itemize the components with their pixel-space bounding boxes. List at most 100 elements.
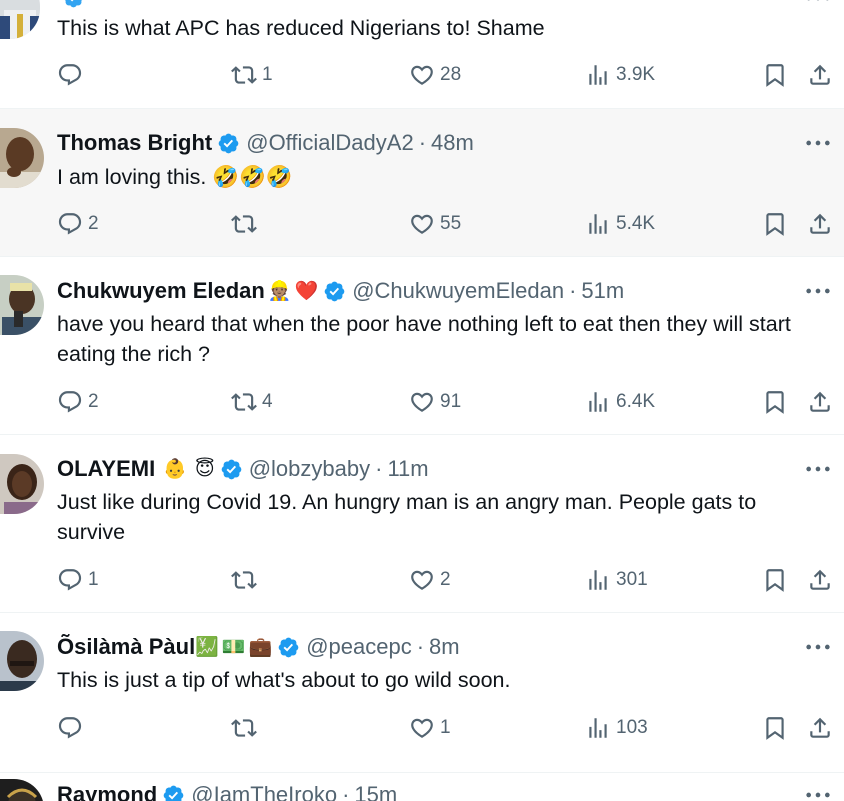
more-options-icon[interactable]	[804, 637, 832, 657]
avatar[interactable]	[0, 779, 44, 801]
retweet-button[interactable]: 1	[231, 60, 273, 90]
avatar[interactable]	[0, 0, 40, 39]
views-count: 6.4K	[616, 391, 656, 412]
reply-icon	[57, 389, 83, 415]
more-options-icon[interactable]	[804, 281, 832, 301]
share-button[interactable]	[807, 387, 833, 417]
share-icon	[807, 62, 833, 88]
like-button[interactable]: 91	[409, 387, 461, 417]
like-count: 55	[440, 213, 462, 234]
bookmark-button[interactable]	[762, 713, 788, 743]
reply-icon	[57, 715, 83, 741]
reply-button[interactable]: 1	[57, 565, 99, 595]
reply-icon	[57, 211, 83, 237]
reply-count: 2	[88, 391, 99, 412]
tweet-header: Thomas Bright @OfficialDadyA2 · 48m	[57, 129, 474, 157]
share-button[interactable]	[807, 209, 833, 239]
reply-button[interactable]	[57, 60, 88, 90]
author-handle[interactable]: @lobzybaby	[249, 456, 370, 482]
author-name[interactable]: Chukwuyem Eledan	[57, 278, 265, 304]
retweet-button[interactable]	[231, 713, 262, 743]
reply-count: 1	[88, 569, 99, 590]
reply-button[interactable]: 2	[57, 387, 99, 417]
views-count: 3.9K	[616, 64, 656, 85]
views-icon	[585, 211, 611, 237]
bookmark-icon	[762, 715, 788, 741]
tweet-header: Chukwuyem Eledan 👷🏽 ❤️ @ChukwuyemEledan …	[57, 277, 624, 305]
tweet[interactable]: Raymond @IamTheIroko · 15m	[0, 773, 844, 801]
avatar[interactable]	[0, 128, 44, 188]
like-count: 2	[440, 569, 451, 590]
name-emoji: ❤️	[294, 279, 319, 302]
bookmark-button[interactable]	[762, 60, 788, 90]
timestamp[interactable]: 48m	[431, 130, 474, 156]
author-handle[interactable]: @peacepc	[306, 634, 412, 660]
share-button[interactable]	[807, 565, 833, 595]
timestamp[interactable]: 8m	[429, 634, 460, 660]
heart-icon	[409, 715, 435, 741]
heart-icon	[409, 389, 435, 415]
like-count: 91	[440, 391, 462, 412]
like-button[interactable]: 55	[409, 209, 461, 239]
views-icon	[585, 62, 611, 88]
retweet-icon	[231, 567, 257, 593]
author-handle[interactable]: @ChukwuyemEledan	[352, 278, 564, 304]
author-name[interactable]: Raymond	[57, 782, 157, 801]
reply-button[interactable]: 2	[57, 209, 99, 239]
tweet-actions: 1 2 301	[0, 565, 844, 595]
timestamp[interactable]: 15m	[354, 782, 397, 801]
share-button[interactable]	[807, 60, 833, 90]
retweet-icon	[231, 211, 257, 237]
author-name[interactable]: Thomas Bright	[57, 130, 212, 156]
avatar[interactable]	[0, 454, 44, 514]
bookmark-icon	[762, 211, 788, 237]
tweet-header: Õsilàmà Pàul 💹 💵 💼 @peacepc · 8m	[57, 633, 460, 661]
retweet-button[interactable]	[231, 565, 262, 595]
timestamp[interactable]: 11m	[387, 456, 428, 482]
retweet-button[interactable]: 4	[231, 387, 273, 417]
tweet[interactable]: OLAYEMI 👶 😇 @lobzybaby · 11m Just like d…	[0, 435, 844, 613]
like-button[interactable]: 2	[409, 565, 451, 595]
verified-badge-icon	[323, 280, 346, 303]
author-name[interactable]: OLAYEMI	[57, 456, 155, 482]
views-button[interactable]: 3.9K	[585, 60, 655, 90]
tweet[interactable]: Thomas Bright @OfficialDadyA2 · 48m I am…	[0, 109, 844, 257]
name-emoji: 👷🏽	[267, 279, 292, 302]
author-handle[interactable]: @IamTheIroko	[191, 782, 337, 801]
share-icon	[807, 567, 833, 593]
bookmark-button[interactable]	[762, 209, 788, 239]
more-options-icon[interactable]	[804, 133, 832, 153]
views-button[interactable]: 5.4K	[585, 209, 655, 239]
separator: ·	[418, 130, 427, 155]
like-button[interactable]: 28	[409, 60, 461, 90]
bookmark-button[interactable]	[762, 565, 788, 595]
share-button[interactable]	[807, 713, 833, 743]
bookmark-button[interactable]	[762, 387, 788, 417]
avatar[interactable]	[0, 631, 44, 691]
views-icon	[585, 567, 611, 593]
avatar[interactable]	[0, 275, 44, 335]
tweet-actions: 1 28 3.9K	[0, 60, 844, 90]
author-handle[interactable]: @OfficialDadyA2	[246, 130, 413, 156]
tweet-actions: 2 4 91 6.4K	[0, 387, 844, 417]
more-options-icon[interactable]	[804, 785, 832, 801]
author-name[interactable]: Õsilàmà Pàul	[57, 634, 195, 660]
tweet[interactable]: Chukwuyem Eledan 👷🏽 ❤️ @ChukwuyemEledan …	[0, 257, 844, 435]
views-button[interactable]: 103	[585, 713, 648, 743]
separator: ·	[375, 456, 383, 481]
more-options-icon[interactable]	[804, 459, 832, 479]
retweet-button[interactable]	[231, 209, 262, 239]
like-count: 28	[440, 64, 462, 85]
views-button[interactable]: 301	[585, 565, 648, 595]
tweet[interactable]: This is what APC has reduced Nigerians t…	[0, 0, 844, 109]
views-button[interactable]: 6.4K	[585, 387, 655, 417]
more-options-icon[interactable]	[804, 0, 832, 8]
heart-icon	[409, 62, 435, 88]
like-button[interactable]: 1	[409, 713, 451, 743]
verified-badge-icon	[162, 784, 185, 801]
separator: ·	[569, 278, 577, 303]
tweet[interactable]: Õsilàmà Pàul 💹 💵 💼 @peacepc · 8m This is…	[0, 613, 844, 773]
timestamp[interactable]: 51m	[581, 278, 624, 304]
verified-badge-icon	[62, 0, 85, 9]
reply-button[interactable]	[57, 713, 88, 743]
